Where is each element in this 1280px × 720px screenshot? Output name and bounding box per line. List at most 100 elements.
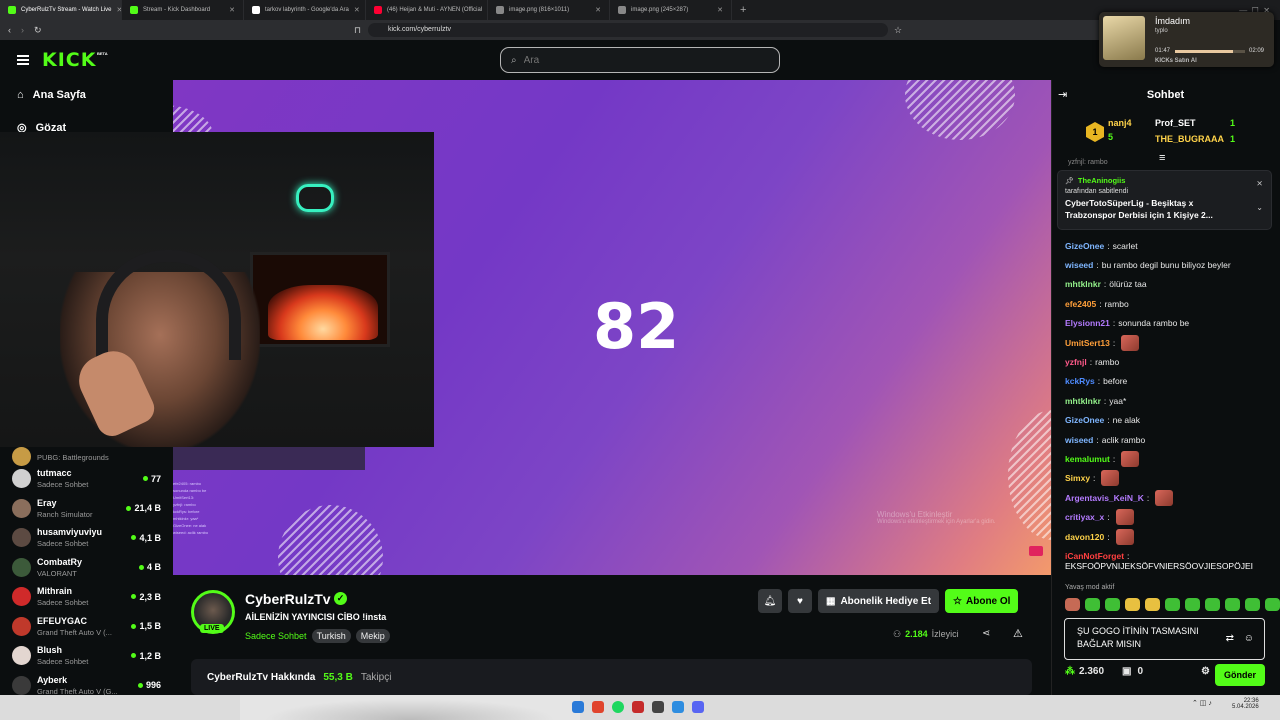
browser-tab[interactable]: CyberRulzTv Stream - Watch Live ✕: [0, 0, 122, 20]
chat-message[interactable]: kemalumut:: [1065, 449, 1275, 468]
chat-input[interactable]: ŞU GOGO İTİNİN TASMASINI BAĞLAR MISIN ⇄ …: [1064, 618, 1265, 660]
chat-username[interactable]: Argentavis_KeiN_K: [1065, 493, 1144, 503]
follow-heart-button[interactable]: ♥: [788, 589, 812, 613]
close-icon[interactable]: ✕: [595, 6, 601, 14]
browser-tab[interactable]: (46) Heijan & Muti - AYNEN (Official✕: [366, 0, 488, 20]
tray-icons[interactable]: ⌃ ◫ ♪: [1192, 699, 1212, 707]
share-icon[interactable]: ⋖: [982, 628, 990, 639]
emote[interactable]: [1125, 598, 1140, 611]
channel-item[interactable]: Blush Sadece Sohbet 1,2 B: [0, 641, 173, 671]
chat-username[interactable]: yzfnjl: [1065, 357, 1087, 367]
channel-item[interactable]: PUBG: Battlegrounds: [0, 446, 173, 466]
app-icon[interactable]: [652, 701, 664, 713]
chat-username[interactable]: GizeOnee: [1065, 415, 1104, 425]
chat-message[interactable]: davon120:: [1065, 527, 1275, 546]
chat-message[interactable]: GizeOnee: ne alak: [1065, 411, 1275, 430]
windows-start-icon[interactable]: [572, 701, 584, 713]
channel-item[interactable]: husamviyuviyu Sadece Sohbet 4,1 B: [0, 523, 173, 553]
chat-username[interactable]: wiseed: [1065, 435, 1093, 445]
tag-pill[interactable]: Mekip: [355, 629, 390, 643]
nav-home[interactable]: ⌂ Ana Sayfa: [17, 89, 86, 101]
channel-item[interactable]: EFEUYGAC Grand Theft Auto V (... 1,5 B: [0, 612, 173, 642]
pinned-author[interactable]: TheAninogiis: [1078, 176, 1126, 185]
bookmark-icon[interactable]: ⊓: [354, 25, 361, 36]
chat-message[interactable]: yzfnjl: rambo: [1065, 352, 1275, 371]
report-icon[interactable]: ⚠: [1013, 627, 1023, 640]
forward-icon[interactable]: ›: [21, 25, 24, 35]
discord-icon[interactable]: [692, 701, 704, 713]
browser-tab[interactable]: image.png (816×1011) ✕: [488, 0, 610, 20]
channel-item[interactable]: Eray Ranch Simulator 21,4 B: [0, 494, 173, 524]
star-icon[interactable]: ☆: [894, 25, 902, 36]
seek-bar[interactable]: [1175, 50, 1245, 53]
channel-points[interactable]: 2.360: [1079, 666, 1104, 677]
emoji-icon[interactable]: ☺: [1244, 632, 1254, 645]
emote[interactable]: [1145, 598, 1160, 611]
chat-message[interactable]: wiseed: bu rambo degil bunu biliyoz beyle…: [1065, 255, 1275, 274]
clock[interactable]: 22:36 5.04.2026: [1232, 698, 1259, 710]
chat-username[interactable]: kemalumut: [1065, 454, 1110, 464]
chat-message[interactable]: mhtklnkr: ölürüz taa: [1065, 275, 1275, 294]
emote[interactable]: [1225, 598, 1240, 611]
chat-message[interactable]: efe2405: rambo: [1065, 294, 1275, 313]
chat-message[interactable]: Argentavis_KeiN_K:: [1065, 488, 1275, 507]
close-icon[interactable]: ✕: [229, 6, 235, 14]
reload-icon[interactable]: ↻: [34, 25, 42, 36]
chat-username[interactable]: wiseed: [1065, 260, 1093, 270]
search-input[interactable]: [523, 54, 754, 66]
chevron-down-icon[interactable]: ⌄: [1256, 203, 1263, 212]
settings-icon[interactable]: ⚙: [1201, 666, 1210, 677]
chat-message[interactable]: wiseed: aclik rambo: [1065, 430, 1275, 449]
menu-icon[interactable]: [17, 55, 29, 65]
chat-username[interactable]: efe2405: [1065, 299, 1096, 309]
media-widget[interactable]: İmdadım typlo 01:47 02:09 KICKs Satın Al: [1099, 12, 1274, 67]
chat-message[interactable]: UmitSert13:: [1065, 333, 1275, 352]
chat-message[interactable]: Elysionn21: sonunda rambo be: [1065, 314, 1275, 333]
brave-icon[interactable]: [592, 701, 604, 713]
emote[interactable]: [1085, 598, 1100, 611]
chat-username[interactable]: kckRys: [1065, 376, 1095, 386]
emote[interactable]: [1205, 598, 1220, 611]
app-icon[interactable]: [672, 701, 684, 713]
close-icon[interactable]: ✕: [354, 6, 360, 14]
new-tab-button[interactable]: +: [732, 4, 754, 16]
back-icon[interactable]: ‹: [8, 25, 11, 35]
gifter-name[interactable]: nanj4: [1108, 118, 1132, 128]
tag-pill[interactable]: Turkish: [311, 629, 351, 643]
subscribe-button[interactable]: ☆ Abone Ol: [945, 589, 1019, 613]
translate-icon[interactable]: ⇄: [1226, 632, 1234, 645]
chat-username[interactable]: UmitSert13: [1065, 338, 1110, 348]
spotify-icon[interactable]: [612, 701, 624, 713]
browser-tab[interactable]: image.png (245×287) ✕: [610, 0, 732, 20]
browser-tab[interactable]: Stream - Kick Dashboard ✕: [122, 0, 244, 20]
chat-username[interactable]: mhtklnkr: [1065, 396, 1101, 406]
unpin-icon[interactable]: ⨯: [1256, 179, 1263, 188]
chat-message[interactable]: critiyax_x:: [1065, 507, 1275, 526]
chat-username[interactable]: iCanNotForget: [1065, 551, 1124, 561]
chat-message[interactable]: kckRys: before: [1065, 372, 1275, 391]
chat-username[interactable]: GizeOnee: [1065, 241, 1104, 251]
close-icon[interactable]: ✕: [717, 6, 723, 14]
inventory-count[interactable]: 0: [1137, 666, 1143, 677]
chat-message[interactable]: GizeOnee: scarlet: [1065, 236, 1275, 255]
chat-username[interactable]: Simxy: [1065, 473, 1090, 483]
gifter-name[interactable]: THE_BUGRAAA: [1155, 134, 1224, 144]
chat-username[interactable]: critiyax_x: [1065, 512, 1104, 522]
gifter-name[interactable]: Prof_SET: [1155, 118, 1196, 128]
streamer-name[interactable]: CyberRulzTv: [245, 591, 331, 607]
emote[interactable]: [1165, 598, 1180, 611]
pinned-message[interactable]: 📌︎ TheAninogiis tarafından sabitlendi Cyb…: [1057, 170, 1272, 230]
category-link[interactable]: Sadece Sohbet: [245, 631, 307, 641]
emote[interactable]: [1245, 598, 1260, 611]
address-bar[interactable]: kick.com/cyberrulztv: [368, 23, 888, 37]
notification-bell-button[interactable]: 🔔︎: [758, 589, 782, 613]
chat-message[interactable]: mhtklnkr: yaa*: [1065, 391, 1275, 410]
kick-logo[interactable]: KICK: [42, 49, 96, 71]
emote[interactable]: [1065, 598, 1080, 611]
channel-item[interactable]: Mithrain Sadece Sohbet 2,3 B: [0, 582, 173, 612]
gift-sub-button[interactable]: ▦ Abonelik Hediye Et: [818, 589, 940, 613]
chat-username[interactable]: mhtklnkr: [1065, 279, 1101, 289]
channel-item[interactable]: tutmacc Sadece Sohbet 77: [0, 464, 173, 494]
emote[interactable]: [1105, 598, 1120, 611]
chat-username[interactable]: davon120: [1065, 532, 1104, 542]
